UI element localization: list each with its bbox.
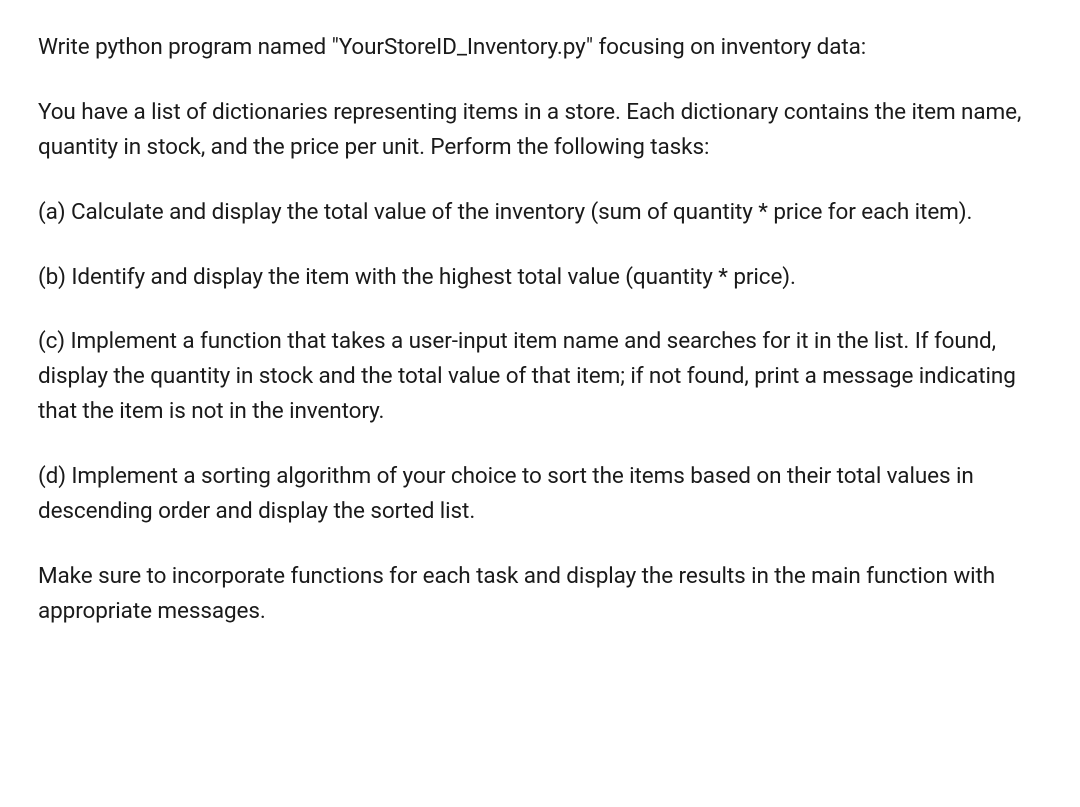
closing-paragraph: Make sure to incorporate functions for e… [38, 559, 1042, 629]
context-paragraph: You have a list of dictionaries represen… [38, 95, 1042, 165]
task-a: (a) Calculate and display the total valu… [38, 195, 1042, 230]
task-d: (d) Implement a sorting algorithm of you… [38, 459, 1042, 529]
task-b: (b) Identify and display the item with t… [38, 260, 1042, 295]
task-c: (c) Implement a function that takes a us… [38, 324, 1042, 429]
intro-paragraph: Write python program named "YourStoreID_… [38, 30, 1042, 65]
